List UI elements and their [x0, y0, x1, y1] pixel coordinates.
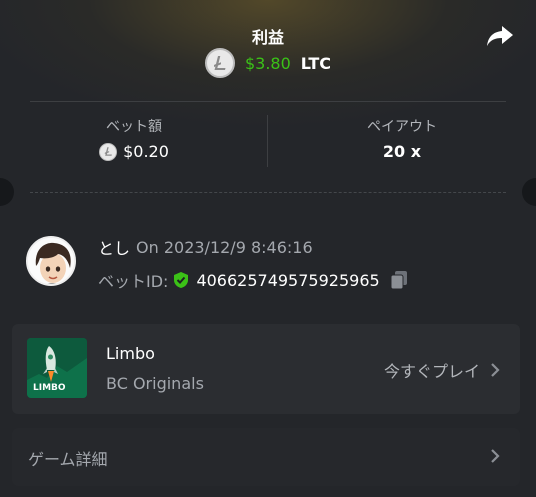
dashed-divider [30, 192, 506, 193]
play-now-label: 今すぐプレイ [383, 362, 480, 381]
profit-row: $3.80 LTC [0, 48, 536, 78]
bet-amount-value-row: $0.20 [0, 142, 268, 161]
bet-detail-card: 利益 $3.80 LTC ベット額 $0.20 ペイアウト 20 x とし On… [0, 0, 536, 497]
share-arrow-icon[interactable] [486, 24, 514, 48]
payout-stat: ペイアウト 20 x [268, 116, 536, 161]
payout-value-row: 20 x [268, 142, 536, 161]
bet-id-value: 406625749575925965 [196, 270, 380, 290]
payout-value: 20 x [382, 142, 422, 161]
ticket-notch [522, 178, 536, 206]
game-name: Limbo [106, 344, 155, 363]
page-title: 利益 [251, 28, 284, 47]
bet-id-label: ベットID: [98, 272, 169, 291]
game-details-row[interactable]: ゲーム詳細 [12, 428, 520, 486]
play-now-button[interactable]: 今すぐプレイ [384, 358, 500, 382]
bet-amount-stat: ベット額 $0.20 [0, 116, 268, 161]
profit-amount: $3.80 [244, 53, 291, 73]
game-details-label: ゲーム詳細 [28, 450, 108, 469]
chevron-right-icon [491, 363, 500, 377]
bet-timestamp: On 2023/12/9 8:46:16 [136, 237, 313, 257]
user-line: とし On 2023/12/9 8:46:16 [98, 235, 313, 259]
game-link-row[interactable]: LIMBO Limbo BC Originals 今すぐプレイ [12, 324, 520, 414]
litecoin-icon [99, 142, 118, 161]
game-provider: BC Originals [106, 374, 204, 393]
bet-amount-label: ベット額 [106, 119, 162, 135]
ticket-notch [0, 178, 14, 206]
verified-shield-icon [174, 272, 189, 288]
payout-label: ペイアウト [367, 119, 437, 135]
game-thumbnail: LIMBO [27, 338, 87, 398]
user-name[interactable]: とし [98, 235, 130, 259]
copy-icon[interactable] [390, 270, 408, 290]
game-thumbnail-text: LIMBO [33, 383, 66, 393]
chevron-right-icon [491, 449, 500, 463]
avatar[interactable] [26, 236, 76, 286]
bet-amount-value: $0.20 [123, 142, 169, 161]
divider [30, 101, 506, 102]
profit-currency: LTC [300, 53, 331, 73]
litecoin-icon [204, 48, 235, 78]
bet-id-line: ベットID: 406625749575925965 [98, 268, 408, 292]
